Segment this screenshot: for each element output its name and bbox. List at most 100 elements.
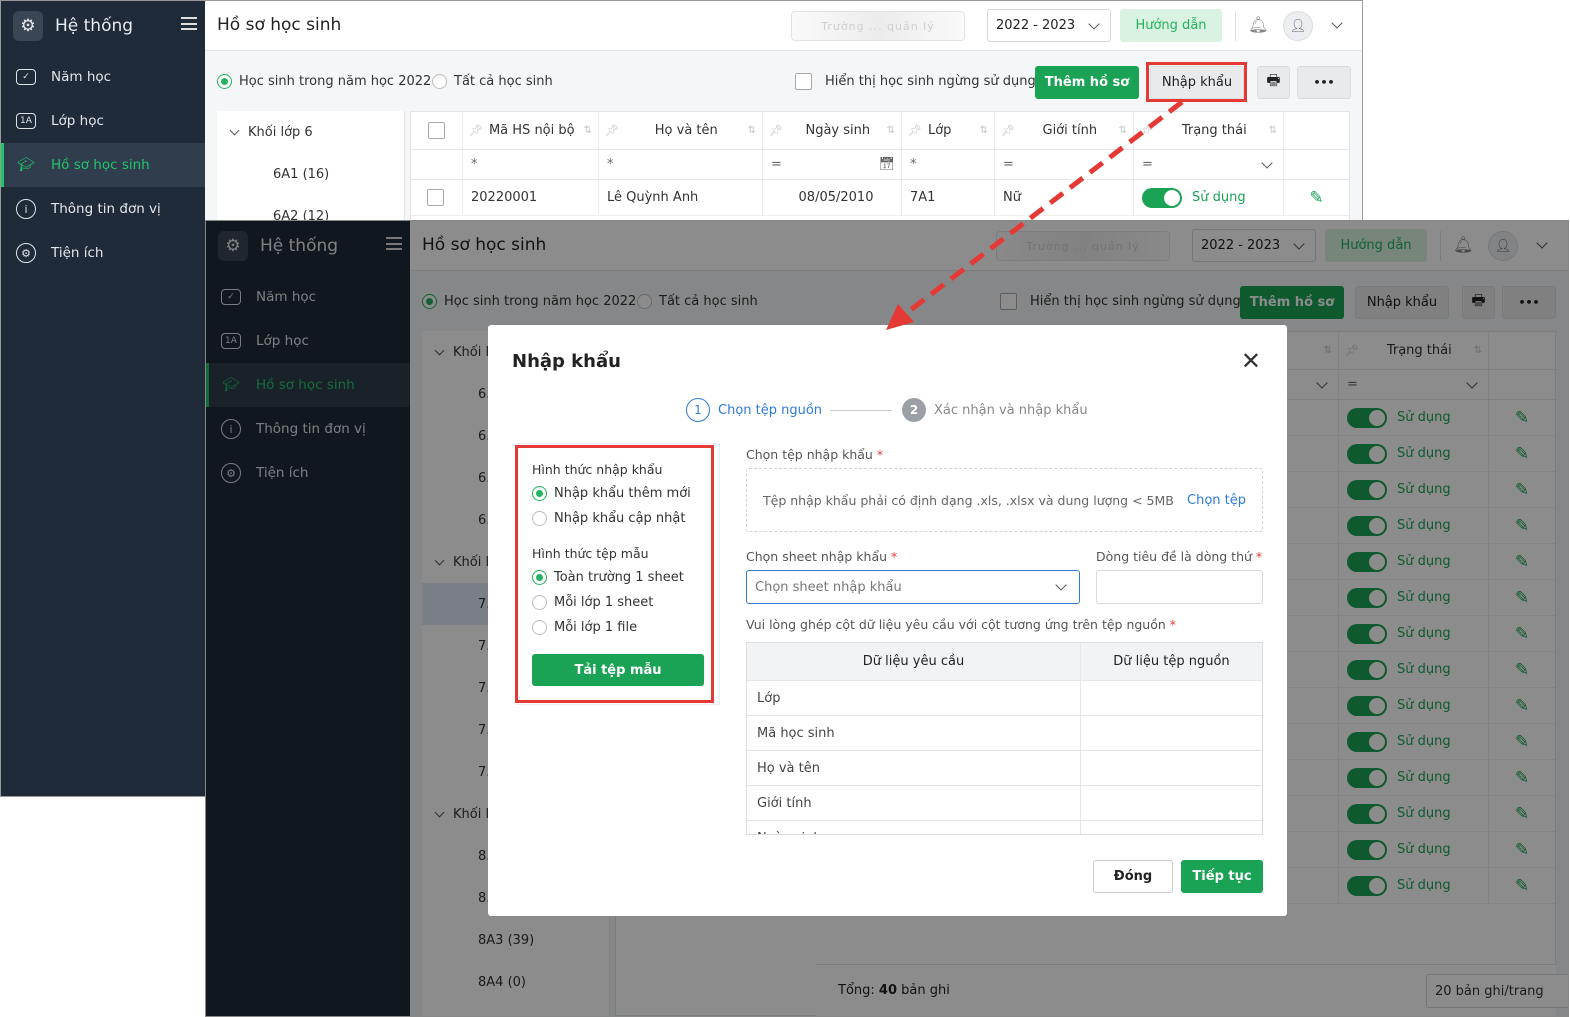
sidebar-brand[interactable]: ⚙ Hệ thống <box>1 1 205 51</box>
chevron-down-icon <box>229 125 240 135</box>
edit-cell: ✎ <box>1284 180 1349 215</box>
sidebar-item-ho-so-hoc-sinh[interactable]: 🎓︎ Hồ sơ học sinh <box>1 143 205 187</box>
toolbar: Học sinh trong năm học 2022 Tất cả học s… <box>205 51 1362 111</box>
filter-cell[interactable]: = <box>1134 150 1284 179</box>
column-header[interactable]: 📌︎ Trạng thái ⇅ <box>1134 112 1284 149</box>
checkbox-label: Hiển thị học sinh ngừng sử dụng <box>825 74 1036 89</box>
radio-label: Học sinh trong năm học 2022 <box>239 74 432 89</box>
required-field: Giới tính <box>747 786 1081 820</box>
cell-dob: 08/05/2010 <box>763 180 902 215</box>
guide-button[interactable]: Hướng dẫn <box>1120 9 1222 42</box>
step-number: 1 <box>686 398 710 422</box>
table-row[interactable]: 20220001 Lê Quỳnh Anh 08/05/2010 7A1 Nữ … <box>411 180 1349 216</box>
close-icon[interactable]: ✕ <box>1241 347 1261 375</box>
sidebar-item-thong-tin-don-vi[interactable]: i Thông tin đơn vị <box>1 187 205 231</box>
filter-cell[interactable]: = 📅︎ <box>763 150 902 179</box>
filter-cell <box>411 150 463 179</box>
graduation-cap-icon: 🎓︎ <box>17 157 35 173</box>
pencil-icon[interactable]: ✎ <box>1309 188 1323 208</box>
year-value: 2022 - 2023 <box>996 18 1076 33</box>
import-dialog: Nhập khẩu ✕ 1 Chọn tệp nguồn 2 Xác nhận … <box>488 325 1287 916</box>
checkbox[interactable] <box>427 189 444 206</box>
header-row-input[interactable] <box>1096 570 1263 604</box>
filter-cell[interactable]: = <box>995 150 1134 179</box>
choose-file-link[interactable]: Chọn tệp <box>1187 493 1246 508</box>
step-2: 2 Xác nhận và nhập khẩu <box>902 398 1088 422</box>
close-button[interactable]: Đóng <box>1093 860 1173 893</box>
add-record-button[interactable]: Thêm hồ sơ <box>1035 66 1139 99</box>
source-field[interactable] <box>1081 786 1262 820</box>
calendar-check-icon: ✓ <box>15 66 37 88</box>
chevron-down-icon <box>1088 18 1100 30</box>
column-header[interactable]: 📌︎ Họ và tên ⇅ <box>599 112 763 149</box>
sidebar-item-label: Tiện ích <box>51 245 104 261</box>
filter-cell[interactable]: * <box>902 150 995 179</box>
cell-status: Sử dụng <box>1134 180 1284 215</box>
mapping-row: Ngày sinh <box>747 821 1262 834</box>
filter-cell[interactable]: * <box>463 150 599 179</box>
sidebar-item-tien-ich[interactable]: ⚙ Tiện ích <box>1 231 205 275</box>
tree-item[interactable]: 6A1 (16) <box>217 153 404 195</box>
column-header[interactable]: 📌︎ Ngày sinh ⇅ <box>763 112 902 149</box>
mapping-row: Lớp <box>747 681 1262 716</box>
bell-icon[interactable]: 🔔︎ <box>1248 15 1268 35</box>
step-1: 1 Chọn tệp nguồn <box>686 398 822 422</box>
printer-icon[interactable]: 🖶︎ <box>1257 66 1290 99</box>
more-button[interactable]: ••• <box>1297 66 1351 99</box>
info-icon: i <box>15 198 37 220</box>
source-field[interactable] <box>1081 821 1262 834</box>
cell-code: 20220001 <box>463 180 599 215</box>
tree-group-label: Khối lớp 6 <box>248 124 313 140</box>
class-1a-icon: 1A <box>15 110 37 132</box>
screenshot-after: ⚙ Hệ thống ✓ Năm học 1A Lớp học 🎓︎ Hồ sơ họ… <box>205 220 1569 1017</box>
top-bar: Hồ sơ học sinh Trường ... quản lý 2022 -… <box>205 1 1362 51</box>
sidebar-item-label: Thông tin đơn vị <box>51 201 161 217</box>
checkbox[interactable] <box>428 122 445 139</box>
sidebar-item-label: Hồ sơ học sinh <box>51 157 150 173</box>
source-field[interactable] <box>1081 716 1262 750</box>
file-label: Chọn tệp nhập khẩu * <box>746 447 884 462</box>
sheet-label: Chọn sheet nhập khẩu * <box>746 549 898 564</box>
radio-current-year[interactable]: Học sinh trong năm học 2022 <box>217 74 431 89</box>
page-title: Hồ sơ học sinh <box>217 15 342 35</box>
gear-icon: ⚙ <box>13 11 43 41</box>
mapping-row: Họ và tên <box>747 751 1262 786</box>
tree-group[interactable]: Khối lớp 6 <box>217 111 404 153</box>
file-hint: Tệp nhập khẩu phải có định dạng .xls, .x… <box>763 493 1174 508</box>
status-toggle[interactable] <box>1142 187 1182 208</box>
column-header[interactable]: 📌︎ Mã HS nội bộ ⇅ <box>463 112 599 149</box>
mapping-header: Dữ liệu yêu cầu Dữ liệu tệp nguồn <box>747 643 1262 681</box>
menu-icon[interactable] <box>181 17 197 30</box>
source-field[interactable] <box>1081 751 1262 785</box>
sheet-select[interactable]: Chọn sheet nhập khẩu <box>746 570 1080 604</box>
required-field: Mã học sinh <box>747 716 1081 750</box>
continue-button[interactable]: Tiếp tục <box>1181 860 1263 893</box>
sidebar-item-nam-hoc[interactable]: ✓ Năm học <box>1 55 205 99</box>
sidebar-item-label: Năm học <box>51 69 112 85</box>
sidebar-item-lop-hoc[interactable]: 1A Lớp học <box>1 99 205 143</box>
source-field[interactable] <box>1081 681 1262 715</box>
mapping-row: Giới tính <box>747 786 1262 821</box>
avatar[interactable]: 👤︎ <box>1283 11 1313 41</box>
radio-dot <box>217 74 232 89</box>
header-row-label: Dòng tiêu đề là dòng thứ * <box>1096 549 1263 564</box>
column-header[interactable]: 📌︎ Lớp ⇅ <box>902 112 995 149</box>
filter-row: * * = 📅︎ * = = <box>411 150 1349 180</box>
radio-all-students[interactable]: Tất cả học sinh <box>432 74 553 89</box>
column-header: Dữ liệu tệp nguồn <box>1113 654 1230 669</box>
select-all-cell <box>411 112 463 149</box>
filter-cell[interactable]: * <box>599 150 763 179</box>
radio-dot <box>432 74 447 89</box>
step-connector <box>830 410 892 411</box>
mapping-row: Mã học sinh <box>747 716 1262 751</box>
chevron-down-icon[interactable] <box>1331 17 1343 29</box>
required-field: Họ và tên <box>747 751 1081 785</box>
column-header[interactable]: 📌︎ Giới tính ⇅ <box>995 112 1134 149</box>
required-field: Ngày sinh <box>747 821 1081 834</box>
mapping-hint: Vui lòng ghép cột dữ liệu yêu cầu với cộ… <box>746 617 1177 632</box>
year-select[interactable]: 2022 - 2023 <box>987 9 1111 42</box>
file-drop-zone[interactable]: Tệp nhập khẩu phải có định dạng .xls, .x… <box>746 468 1263 532</box>
step-label: Xác nhận và nhập khẩu <box>934 402 1088 418</box>
show-inactive-checkbox[interactable]: Hiển thị học sinh ngừng sử dụng <box>795 73 1036 90</box>
calendar-icon: 📅︎ <box>878 157 895 172</box>
